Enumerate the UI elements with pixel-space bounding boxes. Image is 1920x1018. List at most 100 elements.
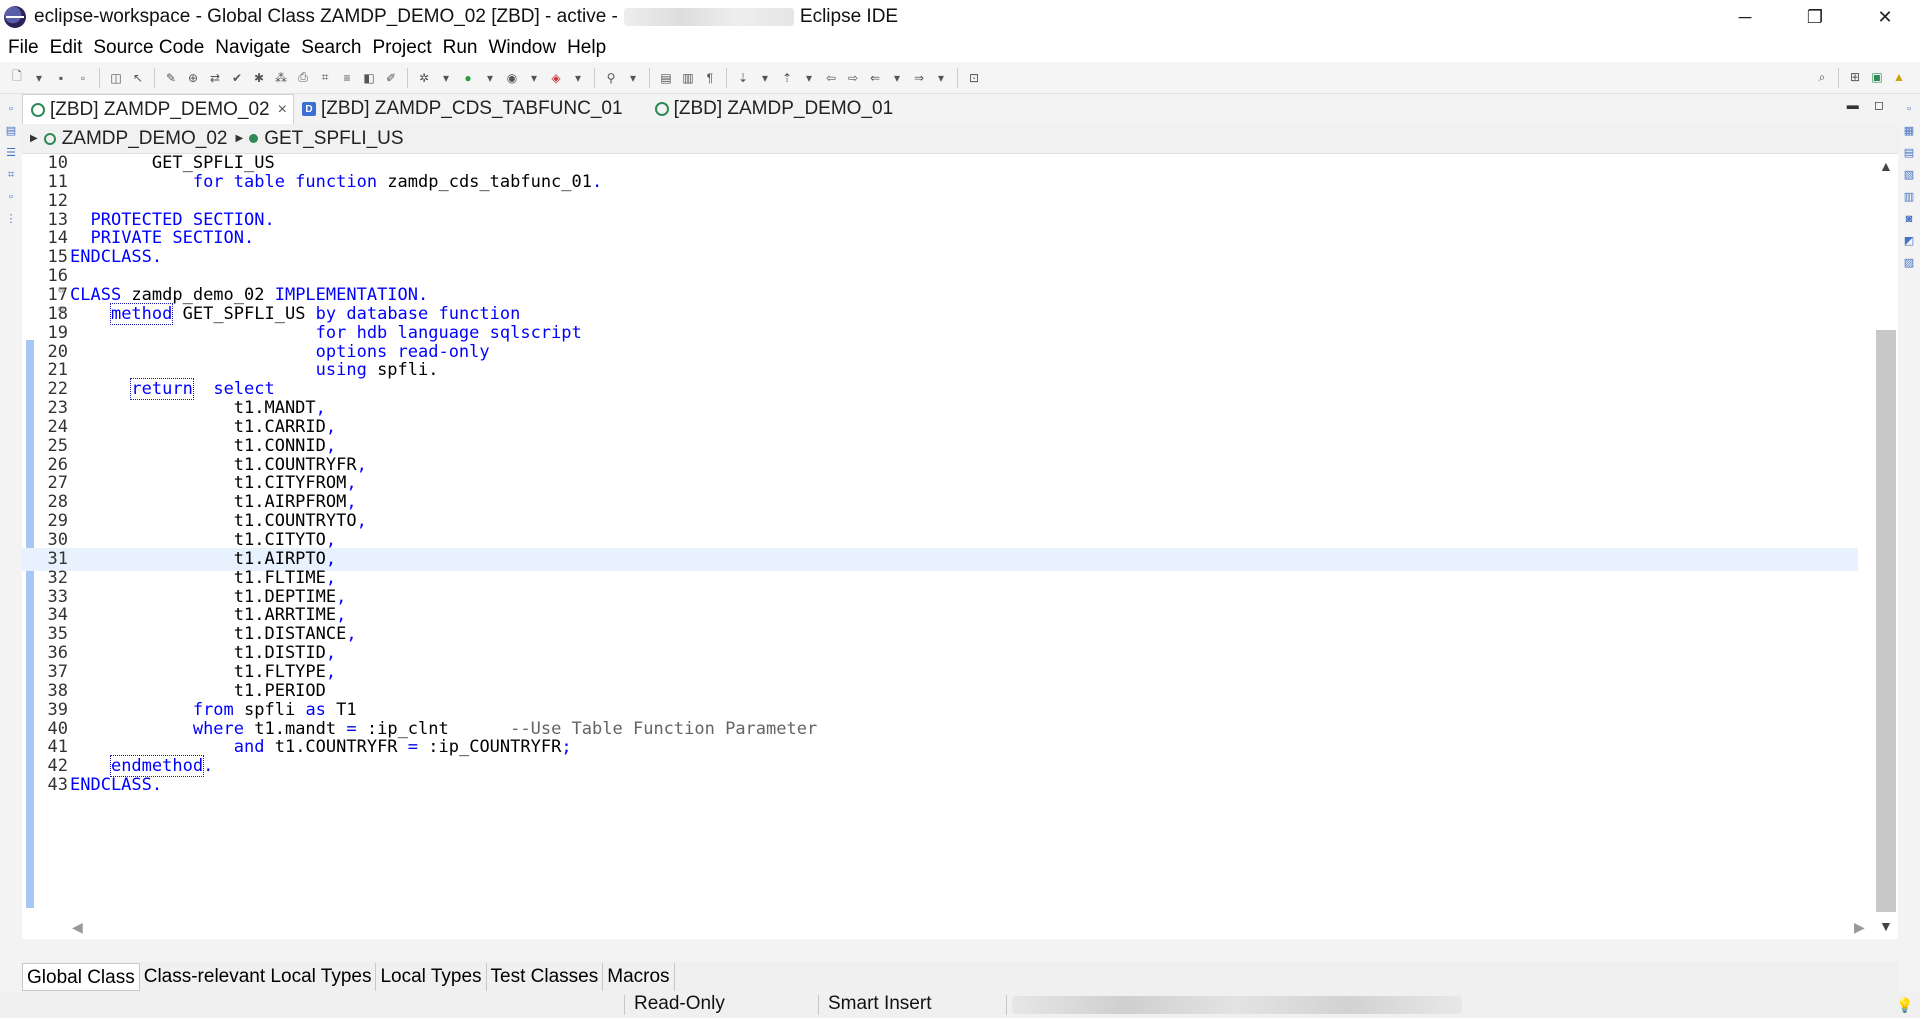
menu-edit[interactable]: Edit [49, 37, 84, 59]
restore-view-icon[interactable]: ▫ [1902, 102, 1916, 116]
restore-view-icon[interactable]: ▫ [4, 190, 18, 204]
scroll-down-icon[interactable]: ▼ [1879, 918, 1893, 934]
close-icon[interactable]: × [278, 101, 287, 119]
show-whitespace-icon[interactable]: ▥ [679, 69, 697, 87]
project-explorer-icon[interactable]: ▤ [4, 124, 18, 138]
feed-icon[interactable]: ◙ [1902, 212, 1916, 226]
status-read-only: Read-Only [634, 993, 725, 1014]
menu-navigate[interactable]: Navigate [214, 37, 291, 59]
scroll-left-icon[interactable]: ◀ [72, 919, 83, 936]
next-annotation-icon[interactable]: ⇣ [734, 69, 752, 87]
horizontal-scrollbar[interactable]: ◀ ▶ [70, 917, 1870, 939]
bookmarks-icon[interactable]: ▥ [1902, 190, 1916, 204]
forward-icon[interactable]: ⇒ [910, 69, 928, 87]
properties-icon[interactable]: ▤ [1902, 146, 1916, 160]
dropdown-arrow-icon[interactable]: ▾ [481, 69, 499, 87]
highlight-icon[interactable]: ◧ [360, 69, 378, 87]
debug-icon[interactable]: ✲ [415, 69, 433, 87]
search-icon[interactable]: ⌕ [1813, 68, 1831, 86]
dropdown-arrow-icon[interactable]: ▾ [525, 69, 543, 87]
menu-search[interactable]: Search [300, 37, 362, 59]
debug-perspective-icon[interactable]: ▲ [1890, 68, 1908, 86]
where-used-icon[interactable]: ⊕ [184, 69, 202, 87]
paragraph-icon[interactable]: ¶ [701, 69, 719, 87]
save-all-icon[interactable]: ▫ [74, 69, 92, 87]
wand-icon[interactable]: ⚲ [602, 69, 620, 87]
run-icon[interactable]: ● [459, 69, 477, 87]
format-icon[interactable]: ≡ [338, 69, 356, 87]
code-keyword: , [325, 436, 337, 456]
dropdown-arrow-icon[interactable]: ▾ [932, 69, 950, 87]
tree-icon[interactable]: ⋮ [4, 212, 18, 226]
transport-icon[interactable]: ⇄ [206, 69, 224, 87]
outline-icon[interactable]: ☰ [4, 146, 18, 160]
hierarchy-icon[interactable]: ⌗ [4, 168, 18, 182]
check-icon[interactable]: ✔ [228, 69, 246, 87]
tab-zamdp-demo-02[interactable]: [ZBD] ZAMDP_DEMO_02 × [22, 94, 294, 124]
menu-source-code[interactable]: Source Code [92, 37, 205, 59]
menu-help[interactable]: Help [566, 37, 607, 59]
dropdown-arrow-icon[interactable]: ▾ [569, 69, 587, 87]
open-perspective-icon[interactable]: ⊞ [1846, 68, 1864, 86]
vertical-scrollbar[interactable]: ▲ ▼ [1874, 154, 1898, 939]
tip-icon[interactable]: 💡 [1896, 997, 1913, 1014]
tab-zamdp-demo-01[interactable]: [ZBD] ZAMDP_DEMO_01 [647, 94, 900, 124]
new-icon[interactable]: 🗋 [8, 69, 26, 87]
print-icon[interactable]: ⎙ [294, 69, 312, 87]
tab-zamdp-cds-tabfunc-01[interactable]: D [ZBD] ZAMDP_CDS_TABFUNC_01 [294, 94, 629, 124]
scroll-right-icon[interactable]: ▶ [1854, 919, 1865, 936]
tab-local-types[interactable]: Local Types [376, 963, 487, 991]
dropdown-arrow-icon[interactable]: ▾ [30, 69, 48, 87]
previous-annotation-icon[interactable]: ⇡ [778, 69, 796, 87]
tasks-icon[interactable]: ▨ [1902, 256, 1916, 270]
toggle-mark-icon[interactable]: ✐ [382, 69, 400, 87]
last-edit-icon[interactable]: ⇦ [822, 69, 840, 87]
menu-run[interactable]: Run [442, 37, 479, 59]
close-button[interactable]: ✕ [1850, 0, 1920, 34]
menu-file[interactable]: File [7, 37, 40, 59]
transport-organizer-icon[interactable]: ◩ [1902, 234, 1916, 248]
link-icon[interactable]: ↖ [129, 69, 147, 87]
restore-button[interactable]: ❐ [1780, 0, 1850, 34]
external-tools-icon[interactable]: ◈ [547, 69, 565, 87]
tab-macros[interactable]: Macros [603, 963, 675, 991]
abap-perspective-icon[interactable]: ▣ [1868, 68, 1886, 86]
open-object-icon[interactable]: ◫ [107, 69, 125, 87]
save-icon[interactable]: ▪ [52, 69, 70, 87]
profile-icon[interactable]: ◉ [503, 69, 521, 87]
fold-collapse-icon[interactable]: ⊖ [58, 298, 70, 321]
menu-project[interactable]: Project [371, 37, 432, 59]
breadcrumb-method[interactable]: GET_SPFLI_US [264, 128, 403, 150]
restore-view-icon[interactable]: ▫ [4, 102, 18, 116]
tab-class-relevant-local-types[interactable]: Class-relevant Local Types [140, 963, 377, 991]
code-line[interactable]: 43 ENDCLASS. [22, 774, 1858, 797]
dropdown-arrow-icon[interactable]: ▾ [437, 69, 455, 87]
breadcrumb-class[interactable]: ZAMDP_DEMO_02 [62, 128, 228, 150]
activate-all-icon[interactable]: ⁂ [272, 69, 290, 87]
edit-icon[interactable]: ✎ [162, 69, 180, 87]
forward-edit-icon[interactable]: ⇨ [844, 69, 862, 87]
code-editor[interactable]: 10 GET_SPFLI_US 11 for table function zam… [22, 153, 1898, 939]
code-token: t1.PERIOD [233, 681, 326, 701]
activate-icon[interactable]: ✱ [250, 69, 268, 87]
templates-icon[interactable]: ▧ [1902, 168, 1916, 182]
back-icon[interactable]: ⇐ [866, 69, 884, 87]
scrollbar-thumb[interactable] [1876, 330, 1896, 912]
pin-editor-icon[interactable]: ⊡ [965, 69, 983, 87]
scroll-up-icon[interactable]: ▲ [1879, 158, 1893, 174]
dropdown-arrow-icon[interactable]: ▾ [800, 69, 818, 87]
chevron-right-icon[interactable]: ▶ [30, 133, 38, 144]
chevron-right-icon[interactable]: ▶ [235, 133, 243, 144]
minimize-button[interactable]: ─ [1710, 0, 1780, 34]
tab-global-class[interactable]: Global Class [22, 963, 140, 991]
minimize-maximize-icon[interactable]: ▬ ◻ [1847, 98, 1890, 112]
tab-test-classes[interactable]: Test Classes [487, 963, 604, 991]
open-type-icon[interactable]: ▤ [657, 69, 675, 87]
code-token: t1.FLTIME [233, 568, 326, 588]
problems-icon[interactable]: ▦ [1902, 124, 1916, 138]
pretty-printer-icon[interactable]: ⌗ [316, 69, 334, 87]
menu-window[interactable]: Window [487, 37, 557, 59]
dropdown-arrow-icon[interactable]: ▾ [888, 69, 906, 87]
dropdown-arrow-icon[interactable]: ▾ [756, 69, 774, 87]
dropdown-arrow-icon[interactable]: ▾ [624, 69, 642, 87]
